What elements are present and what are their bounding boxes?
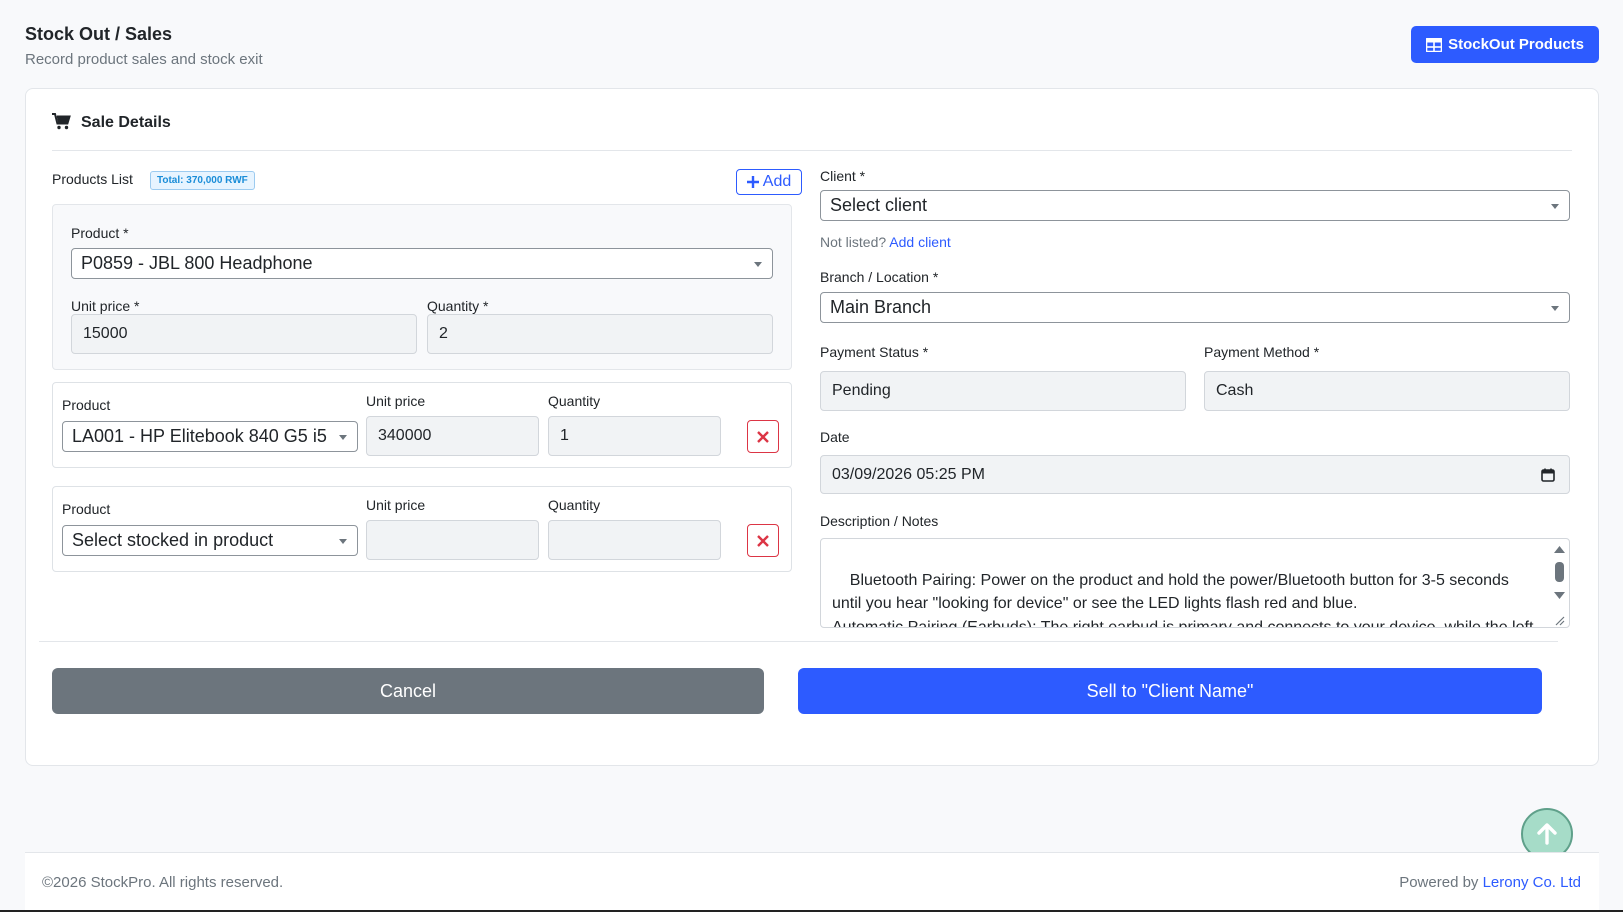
chevron-down-icon bbox=[1551, 305, 1559, 311]
row-quantity-input[interactable] bbox=[548, 520, 721, 560]
chevron-down-icon bbox=[1551, 203, 1559, 209]
card-title: Sale Details bbox=[81, 114, 171, 131]
cancel-label: Cancel bbox=[379, 680, 437, 701]
date-label: Date bbox=[820, 429, 850, 445]
arrow-up-icon bbox=[1537, 823, 1557, 845]
row-quantity-value: 1 bbox=[560, 427, 569, 444]
client-select-value: Select client bbox=[830, 195, 928, 215]
client-select[interactable]: Select client bbox=[820, 190, 1570, 221]
first-product-value: P0859 - JBL 800 Headphone bbox=[81, 253, 313, 273]
branch-select-value: Main Branch bbox=[830, 297, 932, 317]
page-title: Stock Out / Sales bbox=[25, 24, 173, 44]
footer: ©2026 StockPro. All rights reserved. Pow… bbox=[25, 852, 1599, 912]
card-header: Sale Details bbox=[52, 113, 1572, 151]
footer-powered: Powered by Lerony Co. Ltd bbox=[1399, 874, 1581, 891]
notes-textarea[interactable]: Bluetooth Pairing: Power on the product … bbox=[820, 538, 1570, 628]
row-product-select[interactable]: Select stocked in product bbox=[62, 525, 358, 556]
client-label: Client * bbox=[820, 168, 866, 184]
payment-method-value: Cash bbox=[1216, 382, 1254, 399]
cart-icon bbox=[52, 113, 71, 130]
row-unit-price-label: Unit price bbox=[366, 497, 426, 513]
row-unit-price-input[interactable]: 340000 bbox=[366, 416, 539, 456]
row-product-value: Select stocked in product bbox=[72, 530, 274, 550]
branch-select[interactable]: Main Branch bbox=[820, 292, 1570, 323]
first-unit-price-input[interactable]: 15000 bbox=[71, 314, 417, 354]
cancel-button[interactable]: Cancel bbox=[52, 668, 764, 714]
chevron-down-icon bbox=[754, 261, 762, 267]
not-listed-text: Not listed? bbox=[820, 234, 887, 250]
sell-label: Sell to "Client Name" bbox=[1086, 680, 1254, 701]
row-quantity-label: Quantity bbox=[548, 393, 601, 409]
row-unit-price-value: 340000 bbox=[378, 427, 432, 444]
first-unit-price-value: 15000 bbox=[83, 325, 128, 342]
sale-card: Sale Details Products List Total: 370,00… bbox=[25, 88, 1599, 766]
row-product-value: LA001 - HP Elitebook 840 G5 i5 bbox=[72, 426, 327, 446]
remove-row-button[interactable] bbox=[747, 420, 779, 453]
branch-label: Branch / Location * bbox=[820, 269, 939, 285]
row-product-select[interactable]: LA001 - HP Elitebook 840 G5 i5 bbox=[62, 421, 358, 452]
company-link[interactable]: Lerony Co. Ltd bbox=[1483, 874, 1581, 891]
client-hint: Not listed? Add client bbox=[820, 234, 951, 250]
row-product-label: Product bbox=[62, 501, 111, 517]
row-product-label: Product bbox=[62, 397, 111, 413]
total-badge: Total: 370,000 RWF bbox=[150, 171, 255, 190]
notes-text: Bluetooth Pairing: Power on the product … bbox=[832, 571, 1534, 628]
chevron-down-icon bbox=[339, 538, 347, 544]
stockout-products-button[interactable]: StockOut Products bbox=[1411, 26, 1599, 63]
footer-copyright: ©2026 StockPro. All rights reserved. bbox=[42, 874, 284, 891]
sell-button[interactable]: Sell to "Client Name" bbox=[798, 668, 1542, 714]
date-input[interactable]: 03/09/2026 05:25 PM bbox=[820, 455, 1570, 494]
first-quantity-label: Quantity * bbox=[427, 298, 489, 314]
first-unit-price-label: Unit price * bbox=[71, 298, 140, 314]
page-header: Stock Out / Sales Record product sales a… bbox=[25, 24, 263, 68]
resize-handle-icon[interactable] bbox=[1552, 614, 1566, 626]
payment-method-field[interactable]: Cash bbox=[1204, 371, 1570, 411]
scroll-down-icon[interactable] bbox=[1551, 590, 1568, 602]
actions-divider bbox=[39, 641, 1558, 642]
first-quantity-input[interactable]: 2 bbox=[427, 314, 773, 354]
table-icon bbox=[1426, 37, 1443, 52]
payment-status-label: Payment Status * bbox=[820, 344, 929, 360]
add-product-label: Add bbox=[762, 173, 792, 190]
scroll-thumb[interactable] bbox=[1555, 562, 1564, 582]
row-quantity-label: Quantity bbox=[548, 497, 601, 513]
notes-label: Description / Notes bbox=[820, 513, 939, 529]
date-value: 03/09/2026 05:25 PM bbox=[832, 465, 986, 483]
first-quantity-value: 2 bbox=[439, 325, 448, 342]
payment-status-field[interactable]: Pending bbox=[820, 371, 1186, 411]
product-row: Product Select stocked in product Unit p… bbox=[52, 486, 792, 572]
add-product-button[interactable]: Add bbox=[736, 169, 802, 195]
calendar-icon[interactable] bbox=[1541, 468, 1555, 482]
row-quantity-input[interactable]: 1 bbox=[548, 416, 721, 456]
scroll-up-icon[interactable] bbox=[1551, 543, 1568, 555]
payment-status-value: Pending bbox=[832, 382, 891, 399]
row-unit-price-label: Unit price bbox=[366, 393, 426, 409]
stockout-products-label: StockOut Products bbox=[1448, 36, 1584, 53]
add-client-link[interactable]: Add client bbox=[889, 234, 950, 250]
close-icon bbox=[757, 534, 769, 547]
plus-icon bbox=[746, 176, 759, 188]
notes-scrollbar[interactable] bbox=[1551, 540, 1568, 626]
products-list-label: Products List bbox=[52, 171, 133, 187]
first-product-label: Product * bbox=[71, 225, 129, 241]
payment-method-label: Payment Method * bbox=[1204, 344, 1320, 360]
page-subtitle: Record product sales and stock exit bbox=[25, 51, 263, 68]
close-icon bbox=[757, 430, 769, 443]
first-product-box: Product * P0859 - JBL 800 Headphone Unit… bbox=[52, 204, 792, 370]
product-row: Product LA001 - HP Elitebook 840 G5 i5 U… bbox=[52, 382, 792, 468]
first-product-select[interactable]: P0859 - JBL 800 Headphone bbox=[71, 248, 773, 279]
row-unit-price-input[interactable] bbox=[366, 520, 539, 560]
chevron-down-icon bbox=[339, 434, 347, 440]
powered-by-text: Powered by bbox=[1399, 874, 1479, 891]
remove-row-button[interactable] bbox=[747, 524, 779, 557]
